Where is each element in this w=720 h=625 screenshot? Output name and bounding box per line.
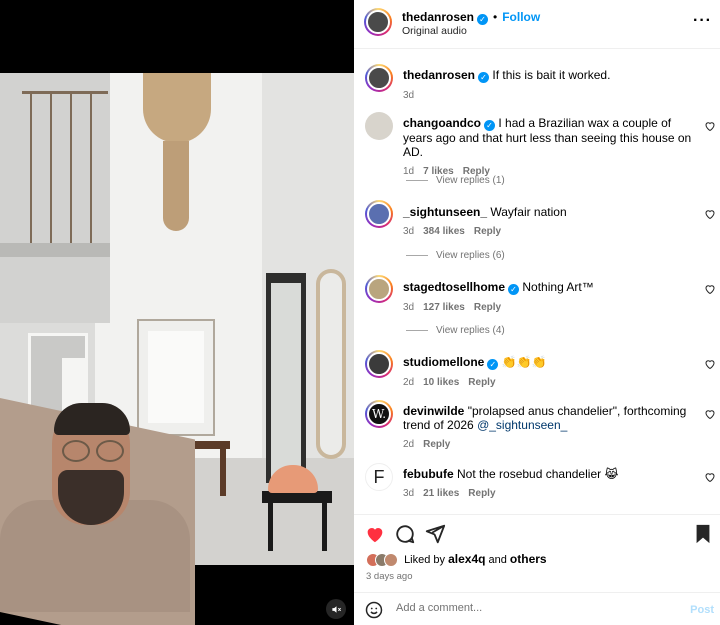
heart-icon[interactable] [704, 471, 716, 483]
mention-link[interactable]: @_sightunseen_ [477, 418, 567, 432]
bookmark-icon[interactable] [692, 523, 714, 545]
comment-input[interactable] [396, 602, 656, 614]
likes-count[interactable]: 127 likes [423, 302, 465, 313]
reply-button[interactable]: Reply [468, 488, 495, 499]
post-timestamp: 3 days ago [366, 571, 413, 582]
verified-badge-icon: ✓ [477, 14, 489, 25]
verified-badge-icon: ✓ [478, 72, 490, 83]
commenter-avatar[interactable] [365, 112, 393, 140]
author-avatar[interactable] [364, 8, 392, 36]
commenter-avatar[interactable] [365, 275, 393, 303]
post-video[interactable] [0, 0, 354, 625]
commenter-avatar[interactable]: W. [365, 400, 393, 428]
verified-badge-icon: ✓ [484, 120, 496, 131]
commenter-avatar[interactable]: F [365, 463, 393, 491]
view-replies-button[interactable]: View replies (4) [406, 325, 505, 336]
muted-speaker-icon[interactable] [326, 599, 346, 619]
audio-label[interactable]: Original audio [402, 25, 467, 37]
caption-text: If this is bait it worked. [492, 68, 611, 82]
reply-button[interactable]: Reply [423, 439, 450, 450]
heart-icon[interactable] [364, 523, 386, 545]
heart-icon[interactable] [704, 358, 716, 370]
post-panel: thedanrosen ✓ • Follow Original audio ··· t… [354, 0, 720, 625]
liked-by-user[interactable]: alex4q [448, 552, 485, 566]
follow-button[interactable]: Follow [502, 10, 540, 24]
post-comment-button[interactable]: Post [690, 604, 714, 616]
liked-by: Liked by alex4q and others [366, 552, 547, 568]
post-actions [354, 514, 720, 554]
verified-badge-icon: ✓ [508, 284, 520, 295]
heart-icon[interactable] [704, 208, 716, 220]
heart-icon[interactable] [704, 408, 716, 420]
more-options-icon[interactable]: ··· [693, 12, 712, 30]
share-icon[interactable] [424, 523, 446, 545]
likes-count[interactable]: 384 likes [423, 226, 465, 237]
caption-age: 3d [403, 90, 415, 101]
commenter-avatar[interactable] [365, 350, 393, 378]
commenter-avatar[interactable] [365, 200, 393, 228]
comment-composer: Post [354, 592, 720, 625]
reply-button[interactable]: Reply [474, 302, 501, 313]
mirror [316, 269, 346, 459]
reply-button[interactable]: Reply [474, 226, 501, 237]
heart-icon[interactable] [704, 120, 716, 132]
author-avatar[interactable] [365, 64, 393, 92]
emoji-icon[interactable] [365, 601, 383, 619]
likes-count[interactable]: 21 likes [423, 488, 459, 499]
view-replies-button[interactable]: View replies (1) [406, 175, 505, 186]
author-username[interactable]: thedanrosen [402, 10, 474, 24]
reply-button[interactable]: Reply [468, 377, 495, 388]
likes-count[interactable]: 10 likes [423, 377, 459, 388]
chandelier [143, 73, 211, 143]
verified-badge-icon: ✓ [487, 359, 499, 370]
view-replies-button[interactable]: View replies (6) [406, 250, 505, 261]
post-header: thedanrosen ✓ • Follow Original audio ··· [354, 0, 720, 49]
comment-icon[interactable] [394, 523, 416, 545]
heart-icon[interactable] [704, 283, 716, 295]
liked-by-others[interactable]: others [510, 552, 547, 566]
